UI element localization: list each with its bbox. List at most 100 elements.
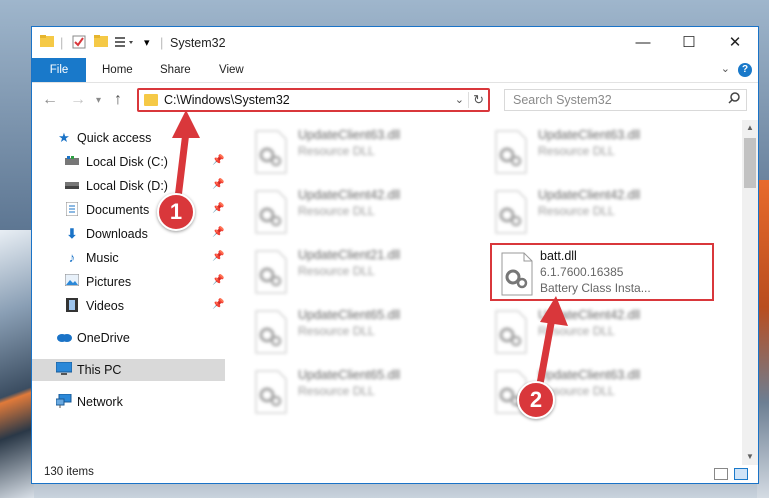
- documents-icon: [64, 201, 80, 220]
- videos-icon: [64, 298, 80, 316]
- separator: |: [160, 35, 164, 50]
- recent-locations-icon[interactable]: ▾: [96, 95, 101, 106]
- title-bar: | ▾ | System32 — ☐ ✕: [32, 27, 758, 58]
- file-name: UpdateClient65.dll: [298, 308, 401, 322]
- file-name: UpdateClient63.dll: [538, 368, 641, 382]
- sidebar-item-documents[interactable]: Documents 📌: [32, 199, 225, 221]
- file-description: Resource DLL: [298, 324, 375, 338]
- drive-icon: [64, 154, 80, 170]
- file-description: Resource DLL: [298, 384, 375, 398]
- sidebar-item-music[interactable]: ♪ Music 📌: [32, 247, 225, 269]
- address-text: C:\Windows\System32: [164, 93, 290, 107]
- sidebar-item-this-pc[interactable]: This PC: [32, 359, 225, 381]
- pin-icon[interactable]: 📌: [212, 299, 224, 310]
- file-item[interactable]: UpdateClient42.dll Resource DLL: [492, 185, 712, 237]
- file-description: Resource DLL: [538, 144, 615, 158]
- customize-toolbar-icon[interactable]: [114, 35, 138, 53]
- up-arrow-icon[interactable]: ↑: [114, 91, 122, 109]
- highlighted-file-batt-dll[interactable]: batt.dll 6.1.7600.16385 Battery Class In…: [490, 243, 714, 301]
- close-button[interactable]: ✕: [712, 27, 758, 58]
- network-icon: [55, 393, 72, 412]
- file-item[interactable]: UpdateClient65.dll Resource DLL: [252, 305, 472, 357]
- explorer-window: | ▾ | System32 — ☐ ✕ File Home Share Vie…: [31, 26, 759, 484]
- file-description: Resource DLL: [298, 204, 375, 218]
- file-name: UpdateClient65.dll: [298, 368, 401, 382]
- file-item[interactable]: UpdateClient63.dll Resource DLL: [492, 125, 712, 177]
- download-icon: ⬇: [66, 226, 78, 241]
- file-description: Resource DLL: [298, 264, 375, 278]
- pin-icon[interactable]: 📌: [212, 203, 224, 214]
- dll-file-icon: [255, 370, 287, 414]
- file-version: 6.1.7600.16385: [540, 265, 624, 279]
- window-title: System32: [170, 36, 226, 50]
- back-arrow-icon[interactable]: ←: [42, 91, 58, 109]
- file-description: Resource DLL: [538, 204, 615, 218]
- desktop-background-left: [0, 230, 34, 498]
- vertical-scrollbar[interactable]: ▲ ▼: [742, 120, 758, 465]
- sidebar-item-local-disk-d[interactable]: Local Disk (D:) 📌: [32, 175, 225, 197]
- scrollbar-thumb[interactable]: [744, 138, 756, 188]
- file-name: UpdateClient63.dll: [538, 128, 641, 142]
- file-item[interactable]: UpdateClient65.dll Resource DLL: [252, 365, 472, 417]
- item-count: 130 items: [44, 466, 94, 478]
- large-icons-view-icon[interactable]: [734, 468, 748, 480]
- search-icon[interactable]: [728, 92, 740, 107]
- tab-view[interactable]: View: [219, 58, 244, 82]
- file-item[interactable]: UpdateClient42.dll Resource DLL: [492, 305, 712, 357]
- file-item[interactable]: UpdateClient63.dll Resource DLL: [252, 125, 472, 177]
- folder-icon: [144, 94, 158, 106]
- file-name: UpdateClient21.dll: [298, 248, 401, 262]
- file-description: Resource DLL: [298, 144, 375, 158]
- scroll-down-icon[interactable]: ▼: [742, 449, 758, 465]
- sidebar-item-videos[interactable]: Videos 📌: [32, 295, 225, 317]
- details-view-icon[interactable]: [714, 468, 728, 480]
- minimize-button[interactable]: —: [620, 27, 666, 58]
- file-description: Battery Class Insta...: [540, 281, 651, 295]
- dll-file-icon: [255, 250, 287, 294]
- help-icon[interactable]: ?: [738, 63, 752, 77]
- dll-file-icon: [255, 190, 287, 234]
- refresh-icon[interactable]: ↻: [468, 92, 484, 108]
- sidebar-item-downloads[interactable]: ⬇ Downloads 📌: [32, 223, 225, 245]
- address-bar[interactable]: C:\Windows\System32 ⌄ ↻: [137, 88, 490, 112]
- status-bar: 130 items: [32, 465, 758, 483]
- search-placeholder: Search System32: [513, 93, 612, 107]
- pin-icon[interactable]: 📌: [212, 227, 224, 238]
- sidebar-item-quick-access[interactable]: ★ Quick access: [32, 127, 225, 149]
- sidebar-item-local-disk-c[interactable]: Local Disk (C:) 📌: [32, 151, 225, 173]
- maximize-button[interactable]: ☐: [666, 27, 712, 58]
- scroll-up-icon[interactable]: ▲: [742, 120, 758, 136]
- properties-icon[interactable]: [72, 35, 86, 53]
- dll-file-icon: [255, 310, 287, 354]
- new-folder-icon[interactable]: [94, 35, 108, 51]
- file-item[interactable]: UpdateClient42.dll Resource DLL: [252, 185, 472, 237]
- file-item[interactable]: UpdateClient21.dll Resource DLL: [252, 245, 472, 297]
- search-input[interactable]: Search System32: [504, 89, 747, 111]
- chevron-down-icon[interactable]: ▾: [144, 35, 150, 51]
- file-name: UpdateClient42.dll: [538, 308, 641, 322]
- pin-icon[interactable]: 📌: [212, 155, 224, 166]
- tab-home[interactable]: Home: [102, 58, 133, 82]
- separator: |: [60, 35, 64, 50]
- pin-icon[interactable]: 📌: [212, 275, 224, 286]
- dll-file-icon: [255, 130, 287, 174]
- file-description: Resource DLL: [538, 324, 615, 338]
- sidebar-item-onedrive[interactable]: OneDrive: [32, 327, 225, 349]
- annotation-badge-2: 2: [517, 381, 555, 419]
- sidebar-item-pictures[interactable]: Pictures 📌: [32, 271, 225, 293]
- navigation-bar: ← → ▾ ↑ C:\Windows\System32 ⌄ ↻ Search S…: [32, 82, 758, 120]
- pictures-icon: [64, 273, 80, 290]
- pin-icon[interactable]: 📌: [212, 179, 224, 190]
- tab-share[interactable]: Share: [160, 58, 191, 82]
- file-name: UpdateClient42.dll: [298, 188, 401, 202]
- ribbon-tabs: File Home Share View ⌄ ?: [32, 58, 758, 83]
- expand-ribbon-icon[interactable]: ⌄: [721, 62, 730, 75]
- sidebar-item-network[interactable]: Network: [32, 391, 225, 413]
- forward-arrow-icon[interactable]: →: [70, 91, 86, 109]
- tab-file[interactable]: File: [32, 58, 86, 82]
- folder-icon: [40, 35, 54, 51]
- file-name: batt.dll: [540, 249, 577, 263]
- pin-icon[interactable]: 📌: [212, 251, 224, 262]
- chevron-down-icon[interactable]: ⌄: [455, 93, 464, 106]
- star-icon: ★: [58, 130, 70, 145]
